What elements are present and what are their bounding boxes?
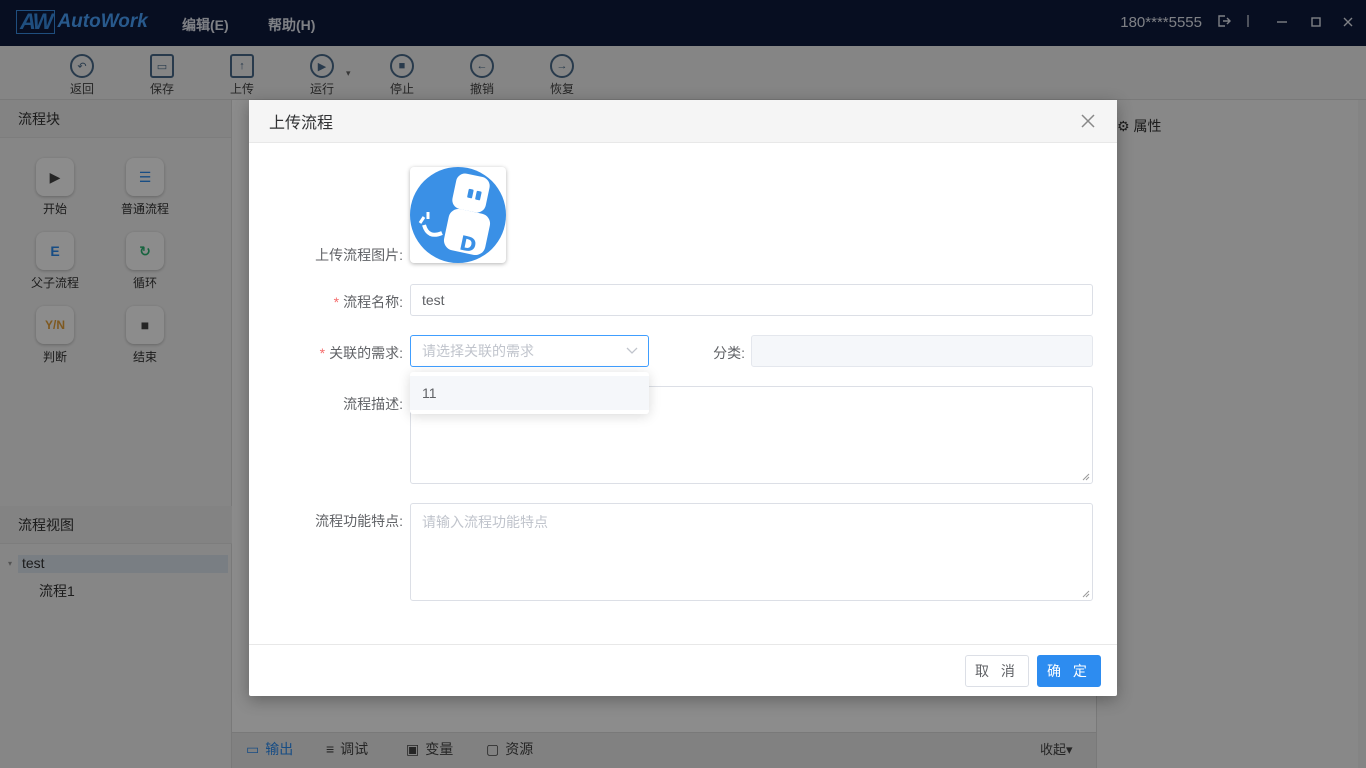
resize-grip-icon[interactable]: [1082, 590, 1090, 598]
requirement-dropdown: 11: [410, 372, 649, 414]
dialog-footer: 取 消 确 定: [249, 644, 1117, 696]
robot-logo-icon: D: [410, 167, 506, 263]
dialog-header: 上传流程: [249, 100, 1117, 143]
confirm-button[interactable]: 确 定: [1037, 655, 1101, 687]
category-label: 分类:: [713, 345, 745, 361]
name-label: * 流程名称:: [253, 292, 403, 312]
requirement-placeholder: 请选择关联的需求: [422, 343, 534, 359]
dialog-title: 上传流程: [269, 115, 334, 132]
cancel-button[interactable]: 取 消: [965, 655, 1029, 687]
flow-name-input[interactable]: test: [410, 284, 1093, 316]
required-mark: *: [319, 345, 326, 361]
name-label-text: 流程名称:: [343, 294, 403, 310]
dropdown-option[interactable]: 11: [410, 376, 649, 410]
requirement-label: * 关联的需求:: [253, 343, 403, 363]
close-icon[interactable]: [1079, 112, 1097, 130]
required-mark: *: [333, 294, 340, 310]
upload-flow-dialog: 上传流程 上传流程图片: D * 流程名称: test * 关联的需求: 请选择关联…: [249, 100, 1117, 696]
features-textarea[interactable]: 请输入流程功能特点: [410, 503, 1093, 601]
requirement-label-text: 关联的需求:: [329, 345, 403, 361]
flow-image-upload[interactable]: D: [410, 167, 506, 263]
image-label: 上传流程图片:: [315, 247, 403, 263]
resize-grip-icon[interactable]: [1082, 473, 1090, 481]
features-placeholder: 请输入流程功能特点: [422, 514, 548, 530]
description-label: 流程描述:: [343, 396, 403, 412]
category-input: [751, 335, 1093, 367]
features-label: 流程功能特点:: [315, 513, 403, 529]
